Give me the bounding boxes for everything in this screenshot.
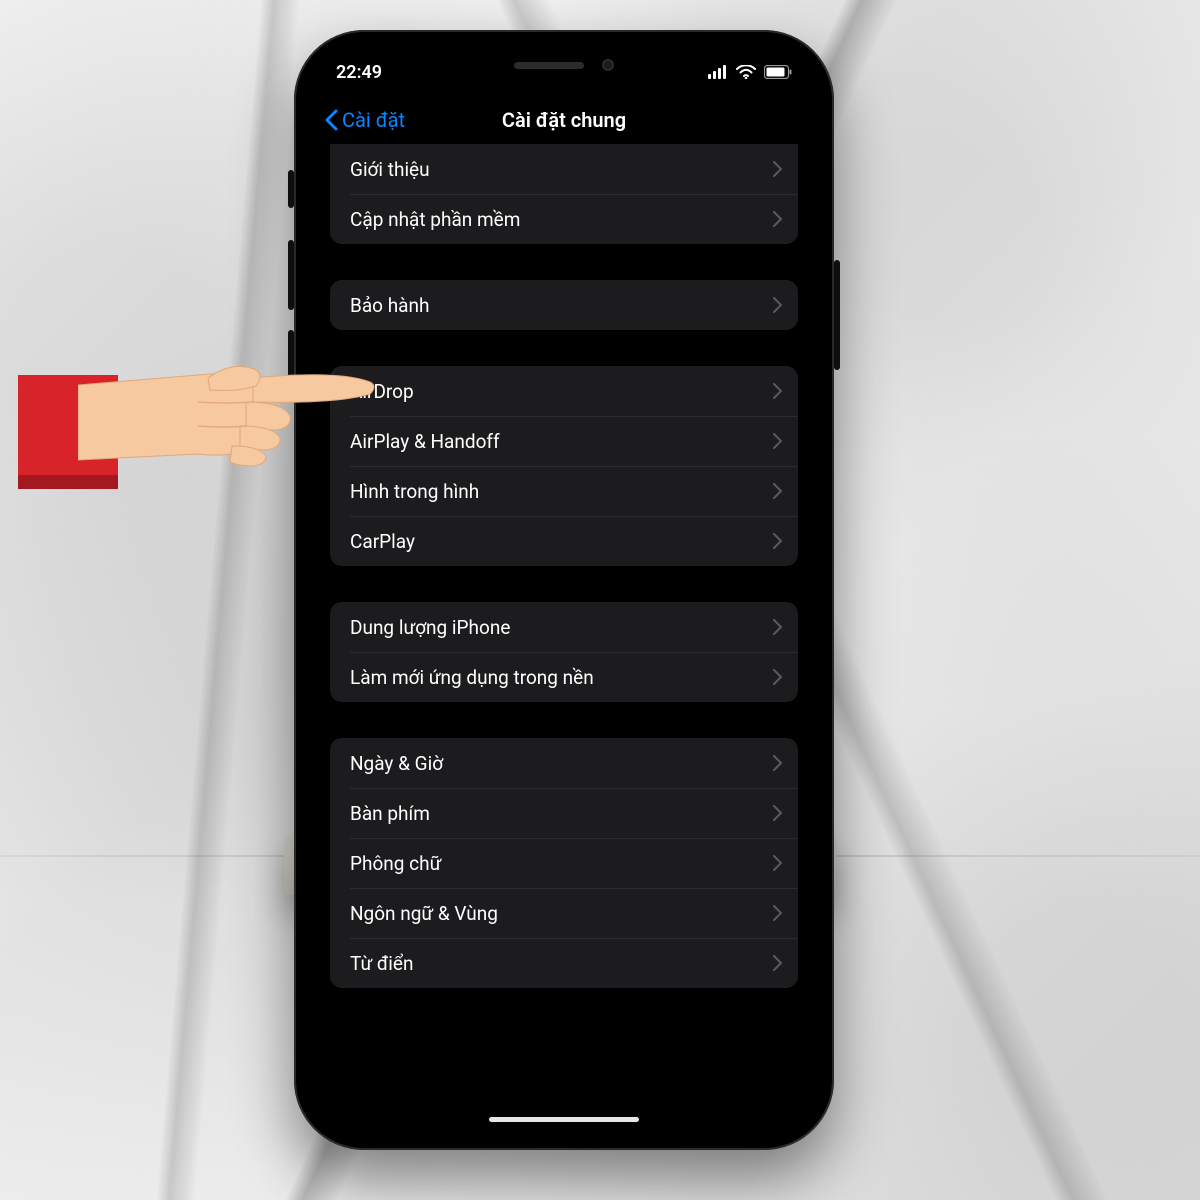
notch [449,48,679,82]
row-label: Bàn phím [350,802,430,825]
row-label: AirPlay & Handoff [350,430,500,453]
chevron-right-icon [773,855,782,871]
cellular-signal-icon [708,65,728,79]
chevron-left-icon [324,109,338,131]
mute-switch [288,170,294,208]
row-label: Giới thiệu [350,158,430,181]
row-label: Hình trong hình [350,480,479,503]
chevron-right-icon [773,755,782,771]
volume-down-button [288,330,294,400]
row-carplay[interactable]: CarPlay [330,516,798,566]
row-label: Phông chữ [350,852,441,875]
chevron-right-icon [773,433,782,449]
row-iphone-storage[interactable]: Dung lượng iPhone [330,602,798,652]
iphone-frame: 22:49 Cài đặt Cài đặt chung [294,30,834,1150]
row-label: Ngôn ngữ & Vùng [350,902,498,925]
chevron-right-icon [773,483,782,499]
row-label: Bảo hành [350,294,429,317]
battery-icon [764,65,792,79]
chevron-right-icon [773,619,782,635]
chevron-right-icon [773,533,782,549]
chevron-right-icon [773,905,782,921]
chevron-right-icon [773,669,782,685]
chevron-right-icon [773,211,782,227]
row-label: AirDrop [350,380,414,403]
power-button [834,260,840,370]
chevron-right-icon [773,383,782,399]
row-label: Làm mới ứng dụng trong nền [350,666,594,689]
row-keyboard[interactable]: Bàn phím [330,788,798,838]
row-about[interactable]: Giới thiệu [330,144,798,194]
volume-up-button [288,240,294,310]
settings-group: Giới thiệu Cập nhật phần mềm [330,144,798,244]
front-camera [602,59,614,71]
row-date-time[interactable]: Ngày & Giờ [330,738,798,788]
settings-group: Bảo hành [330,280,798,330]
settings-group: Ngày & Giờ Bàn phím Phông chữ Ngôn ngữ &… [330,738,798,988]
row-fonts[interactable]: Phông chữ [330,838,798,888]
row-label: Cập nhật phần mềm [350,208,520,231]
row-label: Từ điển [350,952,413,975]
row-dictionary[interactable]: Từ điển [330,938,798,988]
row-background-app-refresh[interactable]: Làm mới ứng dụng trong nền [330,652,798,702]
settings-scroll-area[interactable]: Giới thiệu Cập nhật phần mềm Bảo hành Ai… [312,144,816,1132]
wifi-icon [736,65,756,79]
earpiece-speaker [514,62,584,69]
row-label: CarPlay [350,530,415,553]
row-label: Dung lượng iPhone [350,616,510,639]
navigation-bar: Cài đặt Cài đặt chung [312,96,816,144]
page-title: Cài đặt chung [502,108,626,132]
row-language-region[interactable]: Ngôn ngữ & Vùng [330,888,798,938]
settings-group: Dung lượng iPhone Làm mới ứng dụng trong… [330,602,798,702]
chevron-right-icon [773,297,782,313]
chevron-right-icon [773,161,782,177]
status-time: 22:49 [336,62,382,83]
row-airdrop[interactable]: AirDrop [330,366,798,416]
chevron-right-icon [773,805,782,821]
settings-group: AirDrop AirPlay & Handoff Hình trong hìn… [330,366,798,566]
chevron-right-icon [773,955,782,971]
back-button[interactable]: Cài đặt [324,96,405,144]
row-airplay-handoff[interactable]: AirPlay & Handoff [330,416,798,466]
row-label: Ngày & Giờ [350,752,443,775]
row-warranty[interactable]: Bảo hành [330,280,798,330]
row-software-update[interactable]: Cập nhật phần mềm [330,194,798,244]
back-label: Cài đặt [342,108,405,132]
row-picture-in-picture[interactable]: Hình trong hình [330,466,798,516]
home-indicator[interactable] [489,1117,639,1122]
screen: 22:49 Cài đặt Cài đặt chung [312,48,816,1132]
